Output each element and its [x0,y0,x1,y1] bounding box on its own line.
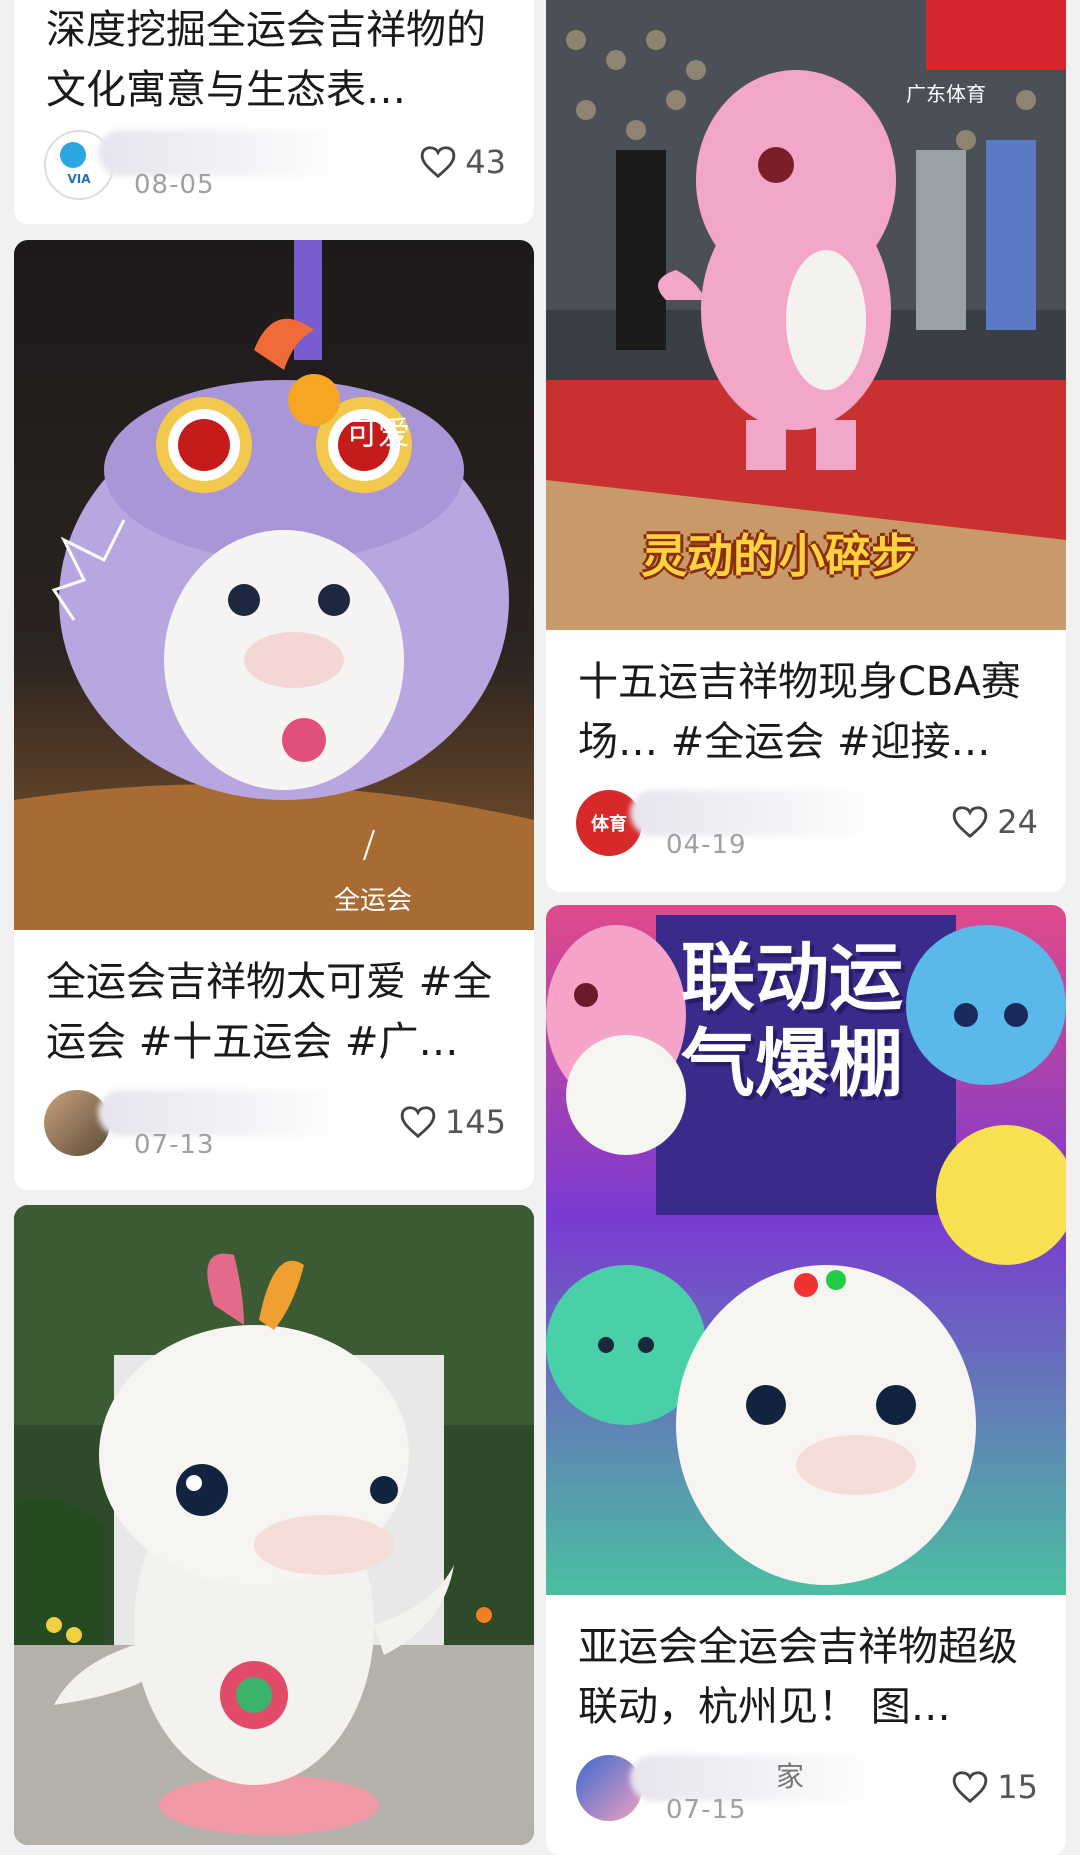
avatar-text: VIA [67,172,91,186]
like-count: 15 [997,1768,1038,1806]
like-count: 43 [465,143,506,181]
image-caption-2: 全运会 [334,886,413,916]
like-button[interactable]: 145 [399,1100,506,1144]
card-image[interactable] [14,1205,534,1845]
card-title: 全运会吉祥物太可爱 #全运会 #十五运会 #广… [46,959,493,1065]
image-caption: 灵动的小碎步 [641,529,917,583]
image-caption: 可爱 [346,414,411,452]
dolphin-mascot-statue-photo [14,1205,534,1845]
card-image[interactable]: 联动运气爆棚 [546,905,1066,1595]
feed-card[interactable] [14,1205,534,1845]
feed-card[interactable]: 深度挖掘全运会吉祥物的文化寓意与生态表… VIA 08-05 43 [14,0,534,224]
image-caption: 联动运气爆棚 [681,935,903,1107]
mascot-plush-photo [14,240,534,930]
card-image[interactable]: 广东体育 灵动的小碎步 [546,0,1066,630]
card-meta: 体育 04-19 24 [576,780,1038,860]
like-count: 145 [444,1103,506,1141]
card-meta: 07-13 145 [44,1080,506,1160]
like-count: 24 [997,803,1038,841]
card-meta: VIA 08-05 43 [44,120,506,200]
heart-outline-icon [953,1771,988,1804]
card-date: 07-15 [666,1795,747,1825]
feed-card[interactable]: 广东体育 灵动的小碎步 十五运吉祥物现身CBA赛场… #全运会 #迎接… 体育 … [546,0,1066,892]
author-suffix: 家 [776,1760,805,1793]
heart-outline-icon [421,146,456,179]
like-button[interactable]: 15 [951,1765,1038,1809]
feed-card[interactable]: 联动运气爆棚 亚运会全运会吉祥物超级联动，杭州见！ 图… 家 07-15 15 [546,905,1066,1855]
heart-outline-icon [953,806,988,839]
heart-outline-icon [400,1106,436,1139]
card-image[interactable]: 可爱 全运会 [14,240,534,930]
card-date: 07-13 [134,1130,215,1160]
watermark-text: 广东体育 [906,82,986,106]
card-title: 亚运会全运会吉祥物超级联动，杭州见！ 图… [578,1624,1018,1730]
like-button[interactable]: 24 [951,800,1038,844]
card-date: 04-19 [666,830,747,860]
like-button[interactable]: 43 [419,140,506,184]
card-title: 十五运吉祥物现身CBA赛场… #全运会 #迎接… [578,659,1021,765]
card-date: 08-05 [134,170,215,200]
feed-card[interactable]: 可爱 全运会 全运会吉祥物太可爱 #全运会 #十五运会 #广… 07-13 14… [14,240,534,1190]
card-title: 深度挖掘全运会吉祥物的文化寓意与生态表… [46,7,486,113]
card-meta: 家 07-15 15 [576,1745,1038,1825]
